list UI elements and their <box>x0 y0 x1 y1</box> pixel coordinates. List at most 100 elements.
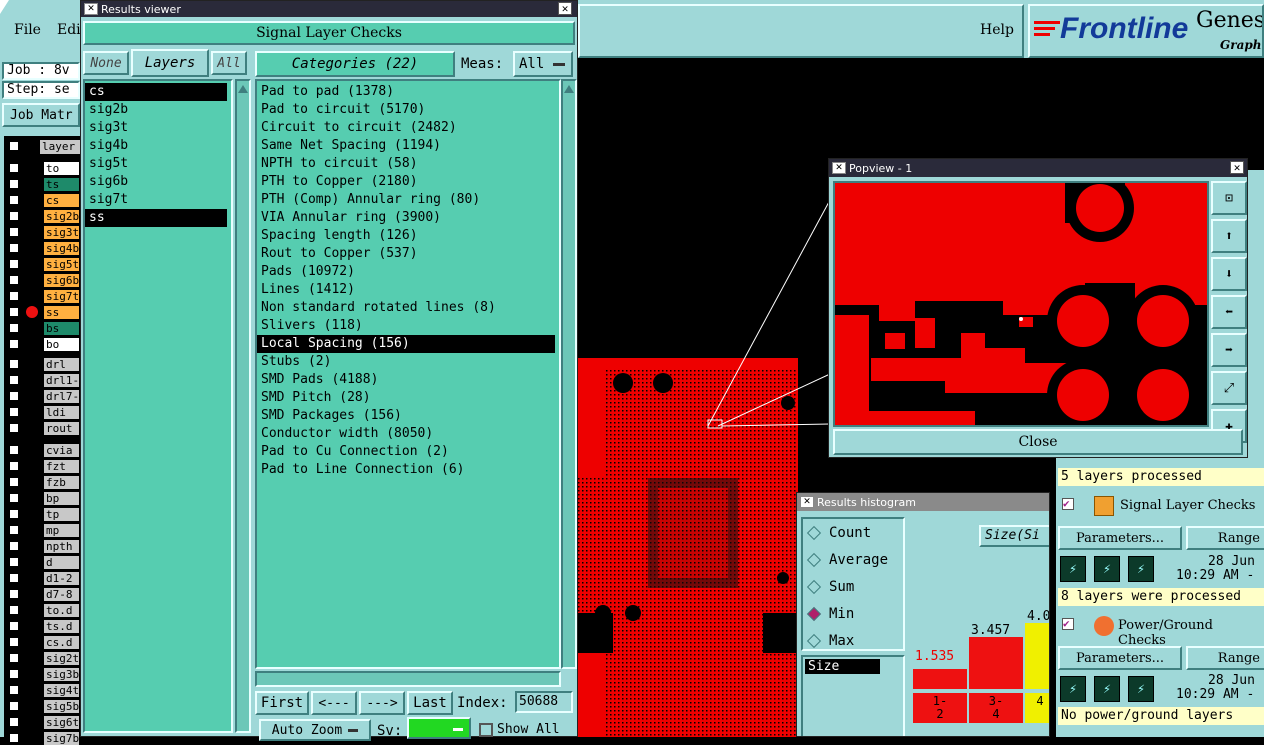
layer-list-item[interactable]: ss <box>85 209 227 227</box>
layer-name[interactable]: cs.d <box>44 635 79 649</box>
index-input[interactable]: 50688 <box>515 691 573 713</box>
power-run-icon-3[interactable]: ⚡ <box>1128 676 1154 702</box>
layer-row[interactable]: npth <box>4 539 79 553</box>
layer-list-item[interactable]: cs <box>85 83 227 101</box>
layer-row[interactable]: sig7t <box>4 289 79 303</box>
window-menu-icon[interactable]: ✕ <box>800 496 814 508</box>
layer-list-item[interactable]: sig5t <box>85 155 227 173</box>
category-list-item[interactable]: Lines (1412) <box>257 281 555 299</box>
layer-checkbox[interactable] <box>8 226 20 238</box>
layer-list-item[interactable]: sig7t <box>85 191 227 209</box>
layer-name[interactable]: bo <box>44 337 79 351</box>
histogram-option-average[interactable]: Average <box>803 546 903 573</box>
layer-name[interactable]: ldi <box>44 405 79 419</box>
layer-row[interactable]: mp <box>4 523 79 537</box>
category-list-item[interactable]: SMD Packages (156) <box>257 407 555 425</box>
show-all-checkbox[interactable]: Show All <box>479 722 560 737</box>
histogram-option-sum[interactable]: Sum <box>803 573 903 600</box>
layer-header-checkbox[interactable] <box>8 140 20 156</box>
layer-name[interactable]: sig7t <box>44 289 79 303</box>
signal-ranges-button[interactable]: Range <box>1186 526 1264 550</box>
auto-zoom-button[interactable]: Auto Zoom <box>259 719 371 741</box>
layer-row[interactable]: tp <box>4 507 79 521</box>
layer-row[interactable]: ss <box>4 305 79 319</box>
category-list-item[interactable]: SMD Pads (4188) <box>257 371 555 389</box>
last-button[interactable]: Last <box>407 691 453 715</box>
layer-row[interactable]: fzt <box>4 459 79 473</box>
layer-checkbox[interactable] <box>8 194 20 206</box>
category-list-item[interactable]: Local Spacing (156) <box>257 335 555 353</box>
layer-row[interactable]: sig5b <box>4 699 79 713</box>
category-list-item[interactable]: Slivers (118) <box>257 317 555 335</box>
power-run-icon-2[interactable]: ⚡ <box>1094 676 1120 702</box>
layer-row[interactable]: ts.d <box>4 619 79 633</box>
layer-name[interactable]: bs <box>44 321 79 335</box>
layer-checkbox[interactable] <box>8 274 20 286</box>
layer-row[interactable]: drl1- <box>4 373 79 387</box>
histogram-option-min[interactable]: Min <box>803 600 903 627</box>
close-icon[interactable]: ✕ <box>558 2 572 15</box>
next-button[interactable]: ---> <box>359 691 405 715</box>
prev-button[interactable]: <--- <box>311 691 357 715</box>
layer-list-item[interactable]: sig3t <box>85 119 227 137</box>
layer-name[interactable]: sig4b <box>44 241 79 255</box>
layer-name[interactable]: cvia <box>44 443 79 457</box>
layer-name[interactable]: ts.d <box>44 619 79 633</box>
signal-checks-label[interactable]: Signal Layer Checks <box>1120 498 1255 513</box>
layer-name[interactable]: drl7- <box>44 389 79 403</box>
layer-name[interactable]: sig3t <box>44 225 79 239</box>
layer-checkbox[interactable] <box>8 390 20 402</box>
layer-checkbox[interactable] <box>8 444 20 456</box>
category-list-item[interactable]: Pad to circuit (5170) <box>257 101 555 119</box>
layer-name[interactable]: sig5t <box>44 257 79 271</box>
layer-checkbox[interactable] <box>8 652 20 664</box>
scroll-up-icon[interactable] <box>564 85 574 93</box>
layer-row[interactable]: cvia <box>4 443 79 457</box>
layer-row[interactable]: ts <box>4 177 79 191</box>
radio-diamond-icon[interactable] <box>806 552 822 567</box>
layer-row[interactable]: to.d <box>4 603 79 617</box>
popview-canvas[interactable] <box>833 181 1209 427</box>
power-run-icon[interactable]: ⚡ <box>1060 676 1086 702</box>
size-tab[interactable]: Size(Si <box>979 525 1049 547</box>
categories-list[interactable]: Pad to pad (1378) Pad to circuit (5170) Ci… <box>255 79 561 669</box>
job-matrix-button[interactable]: Job Matr <box>2 103 80 127</box>
category-list-item[interactable]: Pad to Cu Connection (2) <box>257 443 555 461</box>
layer-row[interactable]: sig2t <box>4 651 79 665</box>
layer-name[interactable]: ts <box>44 177 79 191</box>
layer-checkbox[interactable] <box>8 588 20 600</box>
histogram-range-1[interactable]: 1- 2 <box>913 693 967 723</box>
category-list-item[interactable]: Spacing length (126) <box>257 227 555 245</box>
popview-titlebar[interactable]: ✕ Popview - 1 <box>829 159 1247 177</box>
layer-row[interactable]: bo <box>4 337 79 351</box>
layer-row[interactable]: sig3b <box>4 667 79 681</box>
histogram-option-count[interactable]: Count <box>803 519 903 546</box>
layer-list-item[interactable]: sig6b <box>85 173 227 191</box>
layer-name[interactable]: fzt <box>44 459 79 473</box>
layer-name[interactable]: d1-2 <box>44 571 79 585</box>
radio-diamond-icon[interactable] <box>806 606 822 621</box>
power-parameters-button[interactable]: Parameters... <box>1058 646 1182 670</box>
layers-button[interactable]: Layers <box>131 49 209 77</box>
power-checks-label[interactable]: Power/Ground Checks <box>1118 618 1264 648</box>
layer-row[interactable]: sig7b <box>4 731 79 745</box>
category-list-item[interactable]: Same Net Spacing (1194) <box>257 137 555 155</box>
categories-button[interactable]: Categories (22) <box>255 51 455 77</box>
categories-hscrollbar[interactable] <box>255 671 561 687</box>
layer-checkbox[interactable] <box>8 322 20 334</box>
layer-checkbox[interactable] <box>8 460 20 472</box>
category-list-item[interactable]: PTH (Comp) Annular ring (80) <box>257 191 555 209</box>
layer-row[interactable]: bp <box>4 491 79 505</box>
category-list-item[interactable]: SMD Pitch (28) <box>257 389 555 407</box>
layer-checkbox[interactable] <box>8 524 20 536</box>
layer-checkbox[interactable] <box>8 210 20 222</box>
meas-dropdown[interactable]: All <box>513 51 573 77</box>
results-viewer-titlebar[interactable]: ✕ Results viewer <box>81 1 577 17</box>
category-list-item[interactable]: Stubs (2) <box>257 353 555 371</box>
histogram-range-2[interactable]: 3- 4 <box>969 693 1023 723</box>
first-button[interactable]: First <box>255 691 309 715</box>
radio-diamond-icon[interactable] <box>806 579 822 594</box>
categories-scrollbar[interactable] <box>561 79 577 669</box>
zoom-out-icon[interactable]: ⤢ <box>1211 371 1247 405</box>
layer-name[interactable]: bp <box>44 491 79 505</box>
